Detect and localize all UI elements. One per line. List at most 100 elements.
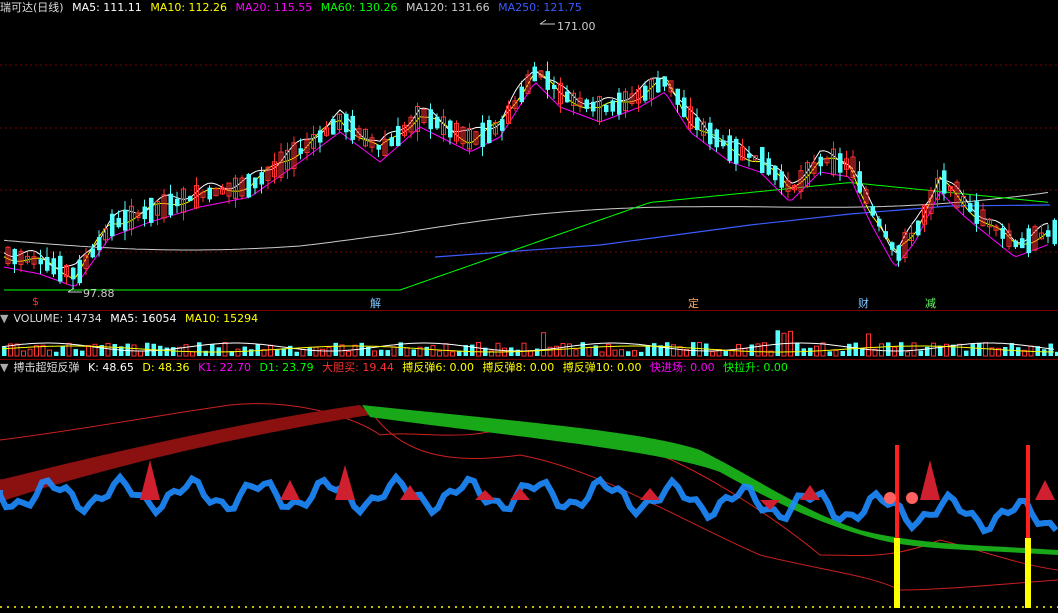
candle-body — [519, 86, 524, 103]
candle-body — [12, 249, 17, 265]
volume-bar — [931, 342, 936, 357]
event-marker-placement[interactable]: 定 — [688, 295, 699, 311]
candle-body — [1000, 227, 1005, 239]
volume-bar — [1016, 347, 1021, 356]
candle-body — [617, 92, 622, 115]
volume-bar — [47, 349, 52, 357]
volume-bar — [652, 343, 657, 356]
volume-bar — [21, 350, 26, 357]
candle-body — [779, 171, 784, 188]
volume-bar — [691, 342, 696, 356]
volume-bar — [1048, 343, 1053, 356]
candle-body — [760, 147, 765, 173]
candle-body — [500, 119, 505, 131]
candle-body — [883, 231, 888, 238]
red-spike — [920, 460, 940, 500]
candle-body — [71, 267, 76, 280]
volume-bar — [326, 346, 332, 357]
candle-body — [259, 172, 264, 185]
event-marker-reduce[interactable]: 减 — [925, 295, 936, 311]
candle-body — [175, 198, 180, 207]
candlestick-chart[interactable] — [0, 0, 1058, 310]
candle-body — [870, 206, 875, 216]
candle-body — [396, 125, 401, 147]
volume-bar — [612, 349, 618, 357]
volume-chart[interactable] — [0, 311, 1058, 359]
volume-bar — [723, 350, 728, 356]
candle-body — [350, 115, 355, 140]
volume-bar — [710, 351, 715, 357]
volume-bar — [470, 344, 475, 356]
volume-bar — [899, 342, 904, 356]
volume-bar — [866, 333, 871, 357]
candle-body — [708, 122, 713, 145]
candle-body — [1046, 230, 1051, 237]
candle-body — [552, 84, 557, 90]
candle-body — [857, 171, 862, 193]
candle-body — [896, 245, 901, 261]
event-marker-dollar[interactable]: $ — [32, 295, 39, 308]
volume-bar — [957, 343, 962, 357]
volume-bar — [964, 350, 969, 356]
volume-bar — [313, 346, 319, 357]
candle-body — [298, 148, 303, 154]
indicator-panel[interactable]: ▼ 搏击超短反弹 K: 48.65 D: 48.36 K1: 22.70 D1: … — [0, 360, 1058, 613]
ma5-line — [3, 69, 1049, 269]
volume-bar — [970, 344, 975, 356]
signal-bar-red — [895, 445, 899, 538]
candle-body — [916, 220, 921, 236]
volume-bar — [275, 349, 280, 356]
volume-bar — [586, 346, 592, 357]
volume-bar — [1003, 346, 1008, 356]
candle-body — [123, 209, 128, 231]
candle-body — [1020, 238, 1025, 249]
volume-bar — [879, 343, 884, 357]
candle-body — [662, 76, 667, 87]
volume-bar — [762, 342, 767, 357]
signal-bar-yellow — [894, 538, 900, 608]
volume-bar — [404, 347, 410, 357]
candle-body — [773, 165, 778, 181]
high-price-label: 171.00 — [557, 20, 596, 33]
candle-body — [747, 153, 752, 158]
signal-bar-red — [1026, 445, 1030, 538]
volume-bar — [755, 343, 761, 357]
indicator-chart[interactable] — [0, 360, 1058, 613]
candle-body — [734, 138, 739, 164]
volume-bar — [853, 342, 858, 356]
candle-body — [610, 100, 615, 112]
candle-body — [890, 242, 895, 250]
event-marker-finance[interactable]: 财 — [858, 295, 869, 311]
candle-body — [90, 248, 95, 258]
volume-bar — [840, 350, 845, 356]
ma250-line — [434, 204, 1051, 258]
volume-bar — [599, 351, 605, 357]
volume-bar — [820, 342, 826, 357]
volume-bar — [60, 346, 65, 356]
ma20-line — [3, 82, 1049, 287]
red-spike — [280, 480, 300, 500]
candle-body — [389, 137, 394, 147]
volume-bar — [450, 351, 455, 357]
candle-body — [818, 156, 823, 167]
volume-bar — [677, 346, 683, 357]
candle-body — [721, 140, 726, 147]
candle-body — [97, 237, 102, 251]
volume-bar — [430, 345, 436, 357]
price-panel[interactable]: 瑞可达(日线) MA5: 111.11 MA10: 112.26 MA20: 1… — [0, 0, 1058, 310]
candle-body — [974, 201, 979, 224]
volume-panel[interactable]: ▼ VOLUME: 14734 MA5: 16054 MA10: 15294 — [0, 311, 1058, 359]
buy-signal-ball — [884, 492, 896, 504]
candle-body — [344, 113, 349, 133]
volume-bar — [66, 342, 72, 357]
candle-body — [545, 71, 550, 90]
candle-body — [682, 97, 687, 117]
volume-bar — [626, 351, 631, 356]
candle-body — [766, 158, 771, 175]
high-marker — [539, 19, 555, 25]
candle-body — [51, 258, 56, 275]
candle-body — [253, 177, 258, 189]
volume-bar — [905, 351, 910, 357]
candle-body — [207, 187, 212, 200]
event-marker-unlock[interactable]: 解 — [370, 295, 381, 311]
